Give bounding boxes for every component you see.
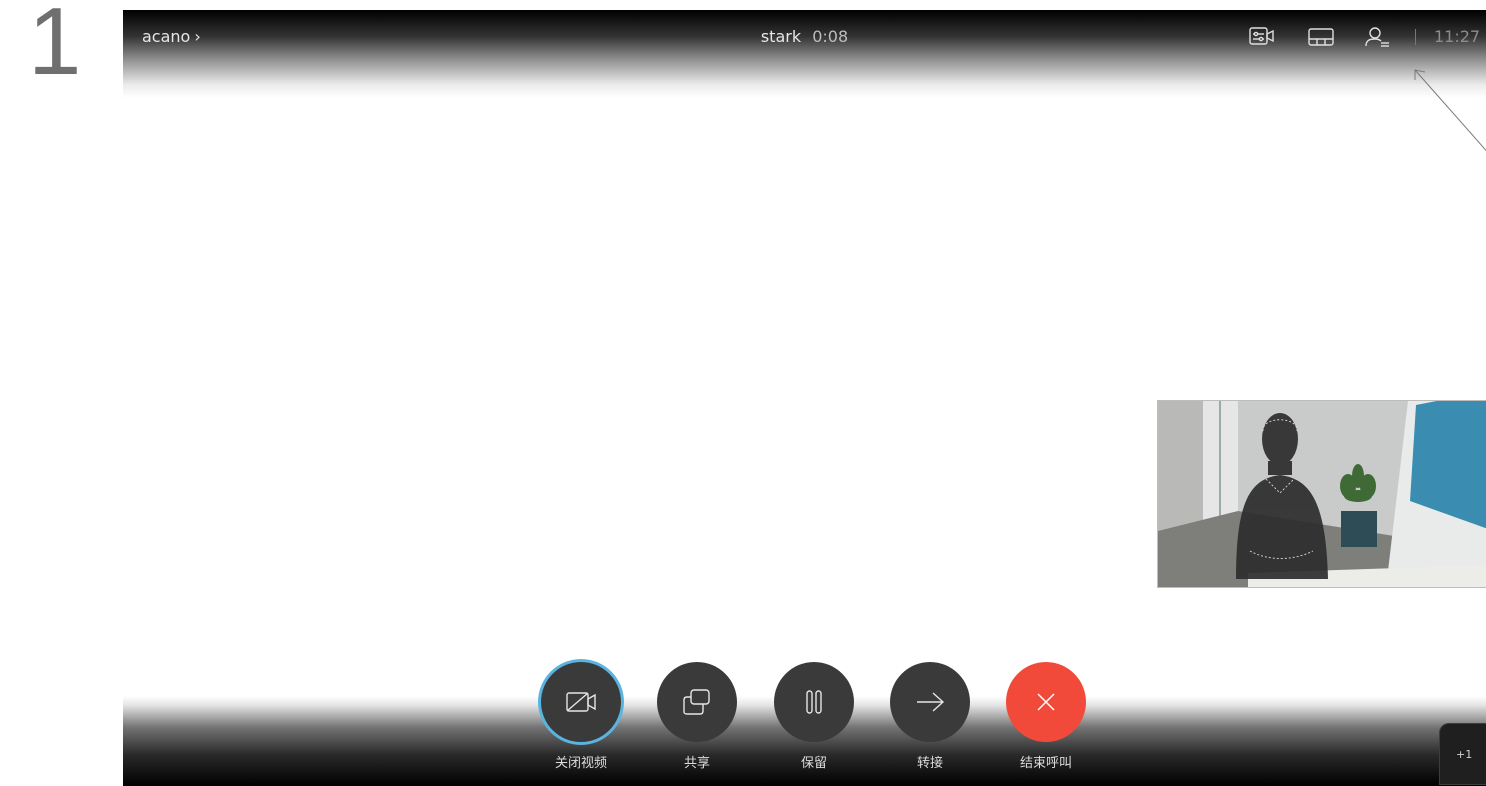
end-call-label: 结束呼叫: [1019, 756, 1072, 771]
transfer-label: 转接: [916, 756, 943, 771]
camera-off-icon: [566, 692, 596, 712]
hold-label: 保留: [800, 756, 827, 771]
transfer-control: 转接: [875, 662, 985, 771]
share-icon: [683, 689, 710, 715]
end-call-button[interactable]: [1006, 662, 1086, 742]
hold-icon: [806, 690, 822, 714]
camera-off-control: 关闭视频: [526, 662, 636, 771]
camera-off-label: 关闭视频: [554, 756, 607, 771]
layout-icon[interactable]: [1308, 26, 1334, 48]
self-view[interactable]: [1157, 400, 1486, 588]
camera-off-button[interactable]: [541, 662, 621, 742]
hold-control: 保留: [759, 662, 869, 771]
call-controls: 关闭视频 共享 保留 转接 结束呼叫: [123, 662, 1486, 777]
call-name: stark: [760, 27, 802, 46]
hold-button[interactable]: [774, 662, 854, 742]
pointer-arrow: [1414, 69, 1486, 152]
share-button[interactable]: [657, 662, 737, 742]
divider: [1415, 29, 1416, 45]
end-call-icon: [1037, 693, 1055, 711]
share-control: 共享: [642, 662, 752, 771]
clock: 11:27: [1434, 27, 1481, 46]
call-info: stark 0:08: [123, 27, 1486, 46]
top-bar: acano › stark 0:08 11:27: [123, 10, 1486, 98]
transfer-icon: [917, 692, 945, 712]
end-call-control: 结束呼叫: [991, 662, 1101, 771]
call-duration: 0:08: [812, 27, 849, 46]
camera-controls-icon[interactable]: [1249, 26, 1275, 48]
participants-icon[interactable]: [1365, 26, 1391, 48]
call-screen: acano › stark 0:08 11:27 +1 关闭视频 共享 保留 转…: [123, 10, 1486, 786]
step-number: 1: [28, 0, 82, 95]
transfer-button[interactable]: [890, 662, 970, 742]
share-label: 共享: [683, 756, 710, 771]
